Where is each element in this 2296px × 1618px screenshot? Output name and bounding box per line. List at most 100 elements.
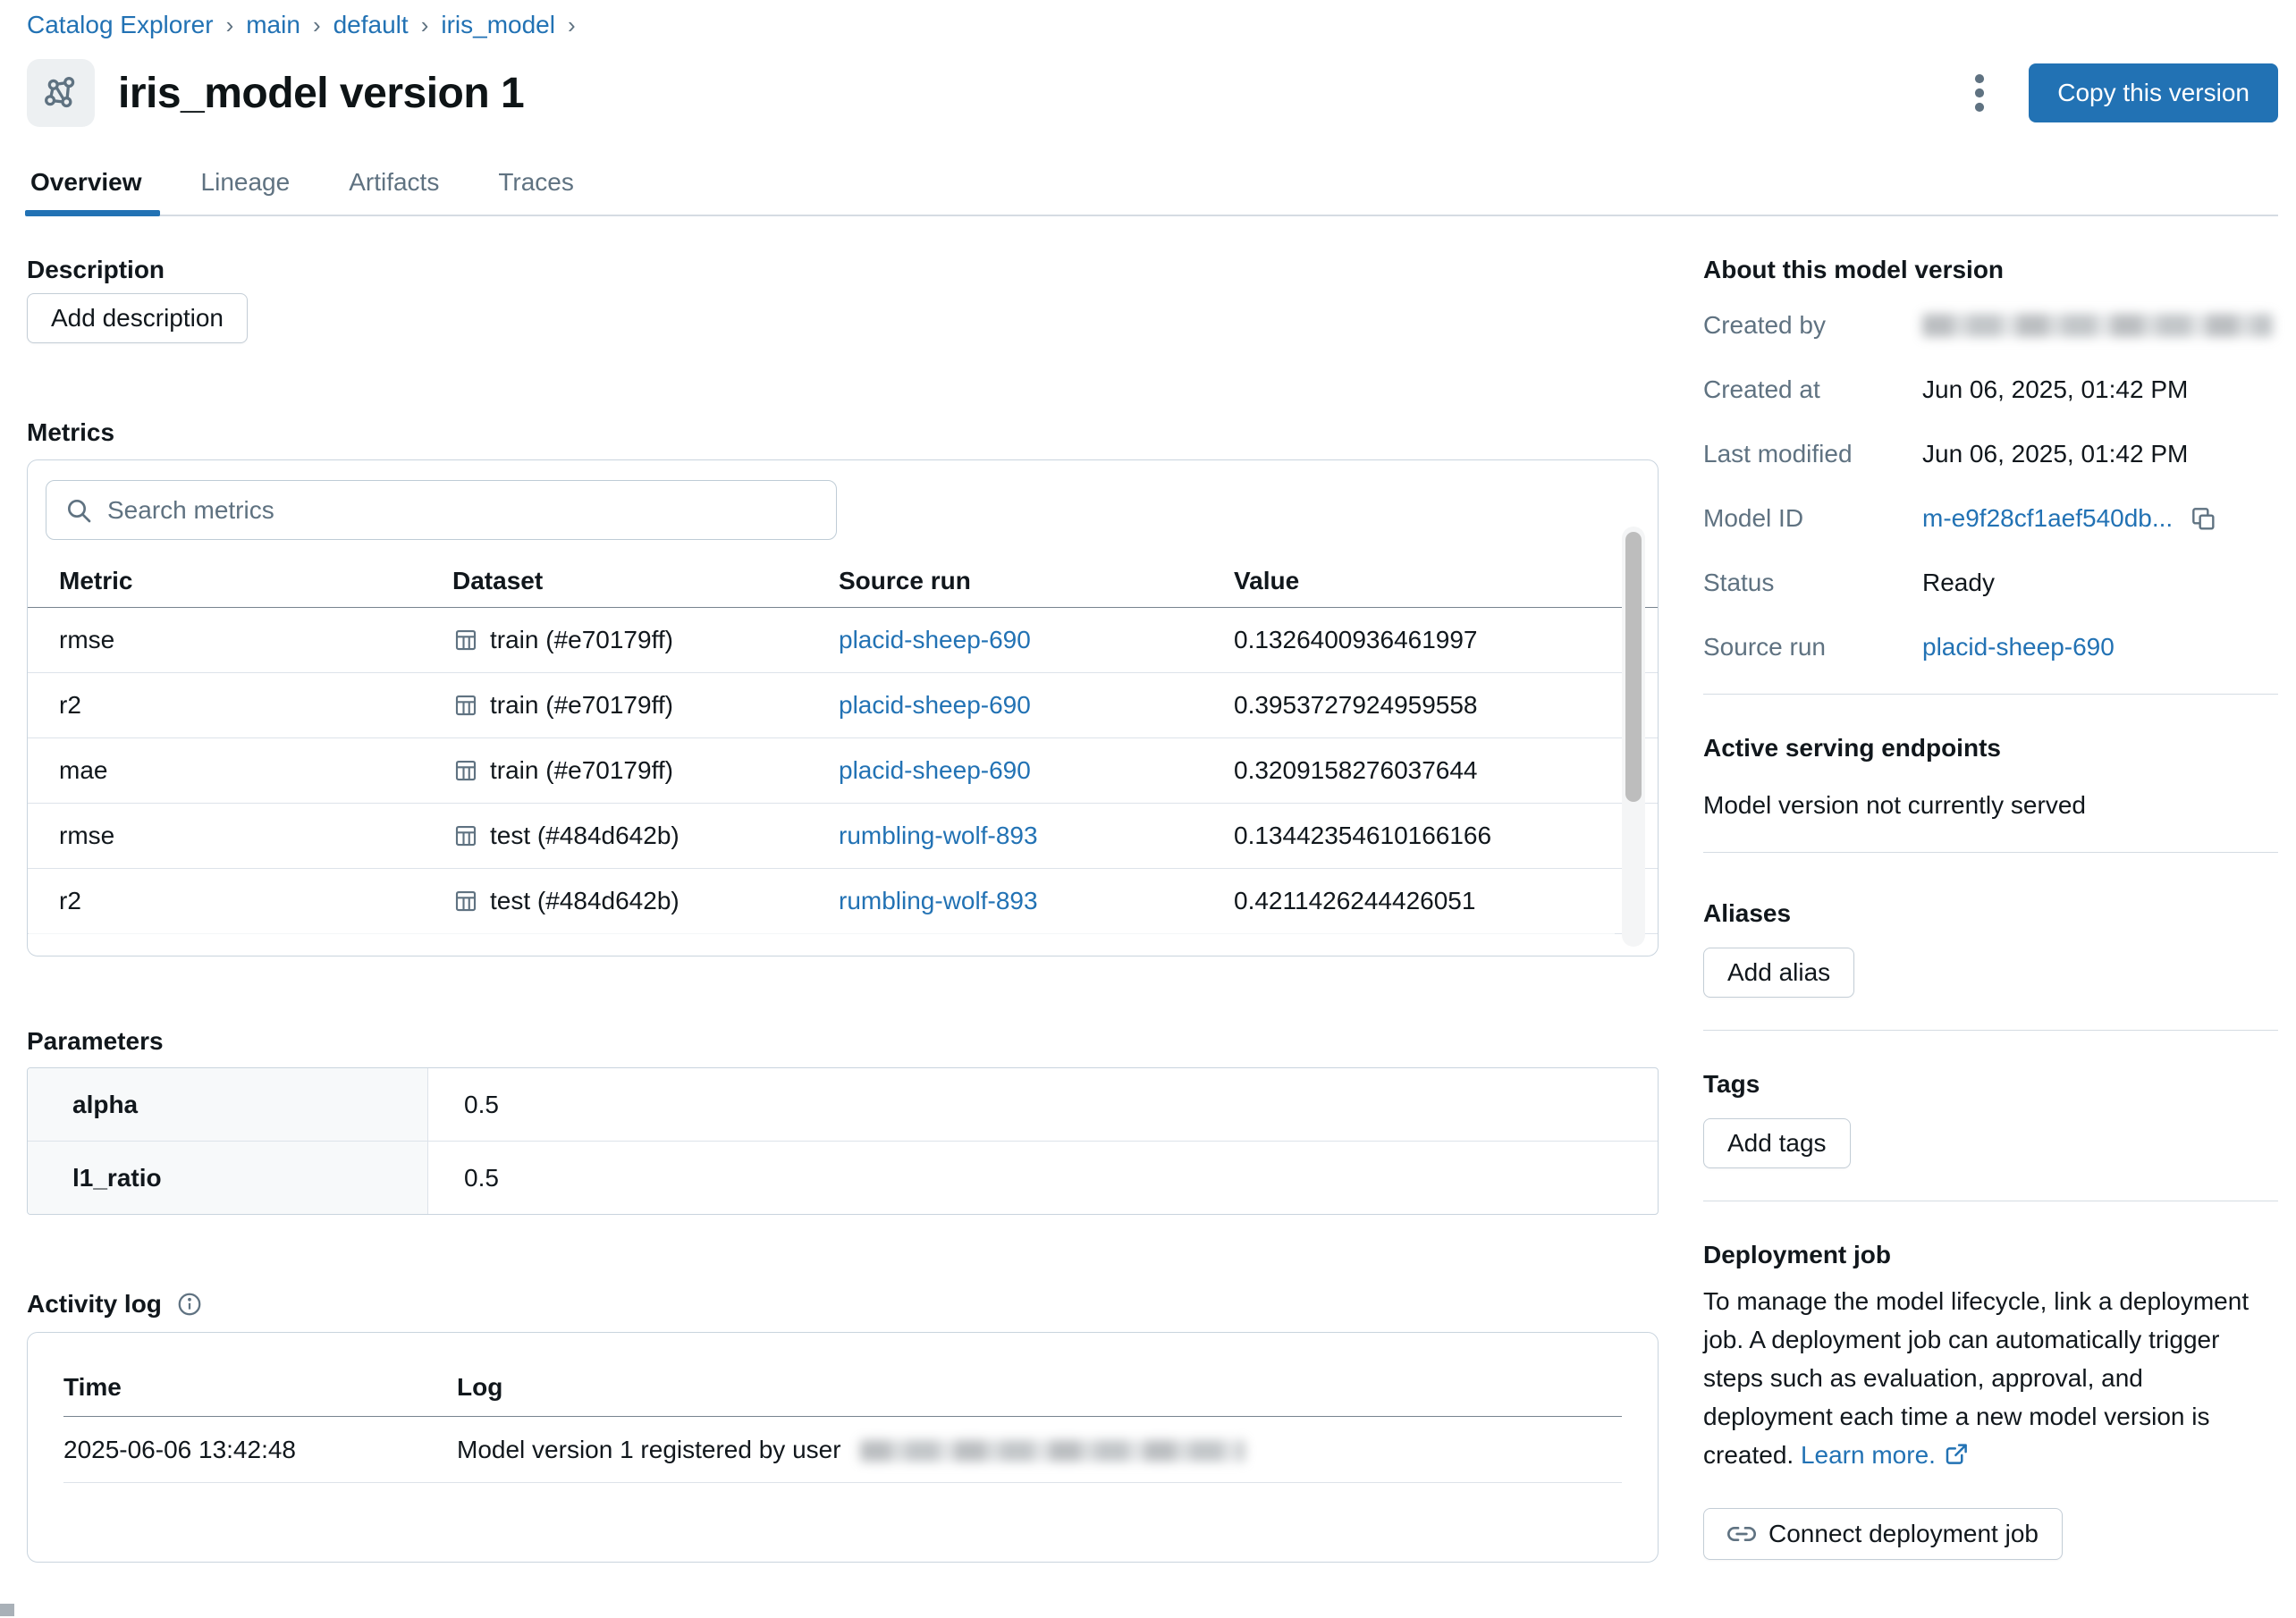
about-heading: About this model version [1703, 256, 2278, 284]
description-heading: Description [27, 256, 1659, 284]
tags-heading: Tags [1703, 1070, 2278, 1099]
dataset-cell: train (#e70179ff) [452, 691, 839, 720]
page-title: iris_model version 1 [118, 69, 524, 118]
dataset-name: train (#e70179ff) [490, 756, 673, 785]
dataset-name: train (#e70179ff) [490, 691, 673, 720]
activity-log-text: Model version 1 registered by user [457, 1436, 1622, 1464]
metrics-col-dataset: Dataset [452, 567, 839, 595]
serving-heading: Active serving endpoints [1703, 734, 2278, 763]
source-run-label: Source run [1703, 633, 1922, 662]
main-column: Description Add description Metrics Metr… [27, 216, 1659, 1563]
activity-col-log: Log [457, 1373, 1622, 1402]
param-name: l1_ratio [28, 1142, 428, 1214]
activity-log-card: Time Log 2025-06-06 13:42:48 Model versi… [27, 1332, 1659, 1563]
info-icon[interactable] [176, 1291, 203, 1318]
add-description-button[interactable]: Add description [27, 293, 248, 343]
table-row: 2025-06-06 13:42:48 Model version 1 regi… [63, 1417, 1622, 1483]
about-row-created-by: Created by [1703, 311, 2278, 340]
dataset-cell: test (#484d642b) [452, 887, 839, 915]
table-row: mae train (#e70179ff) placid-sheep-690 0… [28, 738, 1658, 804]
status-label: Status [1703, 569, 1922, 597]
about-row-source-run: Source run placid-sheep-690 [1703, 633, 2278, 662]
metric-name: r2 [59, 691, 452, 720]
connect-deployment-job-button[interactable]: Connect deployment job [1703, 1508, 2063, 1560]
activity-time: 2025-06-06 13:42:48 [63, 1436, 457, 1464]
copy-icon[interactable] [2189, 504, 2217, 533]
last-modified-value: Jun 06, 2025, 01:42 PM [1922, 440, 2188, 468]
breadcrumb-link-catalog-explorer[interactable]: Catalog Explorer [27, 11, 214, 39]
tab-traces[interactable]: Traces [496, 168, 576, 215]
link-icon [1727, 1520, 1756, 1548]
scroll-corner [0, 1604, 14, 1616]
breadcrumb-separator: › [568, 12, 576, 39]
created-at-value: Jun 06, 2025, 01:42 PM [1922, 375, 2188, 404]
metrics-col-value: Value [1234, 567, 1658, 595]
breadcrumb-separator: › [421, 12, 429, 39]
model-id-link[interactable]: m-e9f28cf1aef540db... [1922, 504, 2173, 533]
activity-log-heading: Activity log [27, 1290, 162, 1319]
breadcrumb-link-iris-model[interactable]: iris_model [441, 11, 555, 39]
model-id-label: Model ID [1703, 504, 1922, 533]
param-value: 0.5 [428, 1142, 1658, 1214]
table-icon [452, 888, 479, 914]
external-link-icon[interactable] [1943, 1440, 1970, 1467]
divider [1703, 1030, 2278, 1031]
activity-col-time: Time [63, 1373, 457, 1402]
table-row: alpha 0.5 [28, 1068, 1658, 1142]
param-name: alpha [28, 1068, 428, 1141]
dataset-name: test (#484d642b) [490, 887, 680, 915]
tab-artifacts[interactable]: Artifacts [347, 168, 441, 215]
metric-value: 0.1326400936461997 [1234, 626, 1658, 654]
about-row-model-id: Model ID m-e9f28cf1aef540db... [1703, 504, 2278, 533]
connect-deployment-job-label: Connect deployment job [1768, 1520, 2039, 1548]
sidebar: About this model version Created by Crea… [1703, 216, 2278, 1560]
add-alias-button[interactable]: Add alias [1703, 948, 1854, 998]
source-run-link[interactable]: placid-sheep-690 [839, 691, 1031, 719]
breadcrumb-separator: › [313, 12, 321, 39]
breadcrumb-link-default[interactable]: default [333, 11, 409, 39]
search-metrics-input[interactable] [107, 496, 818, 525]
serving-status-text: Model version not currently served [1703, 791, 2278, 820]
table-icon [452, 757, 479, 784]
tab-overview[interactable]: Overview [29, 168, 144, 215]
tab-bar: Overview Lineage Artifacts Traces [27, 168, 2278, 216]
table-icon [452, 692, 479, 719]
metrics-scrollbar-thumb[interactable] [1625, 532, 1642, 802]
metric-value: 0.3209158276037644 [1234, 756, 1658, 785]
divider [1703, 852, 2278, 853]
learn-more-link[interactable]: Learn more. [1801, 1441, 1936, 1469]
kebab-menu-button[interactable] [1964, 64, 1995, 122]
breadcrumb-separator: › [226, 12, 234, 39]
copy-version-button[interactable]: Copy this version [2029, 63, 2278, 122]
table-row: r2 test (#484d642b) rumbling-wolf-893 0.… [28, 869, 1658, 934]
model-icon [27, 59, 95, 127]
metrics-search [46, 480, 837, 540]
source-run-link[interactable]: placid-sheep-690 [839, 626, 1031, 653]
source-run-link[interactable]: rumbling-wolf-893 [839, 887, 1038, 914]
metric-name: r2 [59, 887, 452, 915]
source-run-link[interactable]: placid-sheep-690 [839, 756, 1031, 784]
metrics-heading: Metrics [27, 418, 1659, 447]
source-run-link[interactable]: placid-sheep-690 [1922, 633, 2115, 662]
page-header: iris_model version 1 Copy this version [27, 59, 2278, 127]
add-tags-button[interactable]: Add tags [1703, 1118, 1851, 1168]
breadcrumb-link-main[interactable]: main [246, 11, 300, 39]
created-by-label: Created by [1703, 311, 1922, 340]
metrics-col-metric: Metric [59, 567, 452, 595]
metric-value: 0.13442354610166166 [1234, 822, 1658, 850]
dataset-cell: train (#e70179ff) [452, 756, 839, 785]
source-run-link[interactable]: rumbling-wolf-893 [839, 822, 1038, 849]
param-value: 0.5 [428, 1068, 1658, 1141]
aliases-heading: Aliases [1703, 899, 2278, 928]
metrics-col-source-run: Source run [839, 567, 1234, 595]
tab-lineage[interactable]: Lineage [199, 168, 292, 215]
table-row: rmse train (#e70179ff) placid-sheep-690 … [28, 608, 1658, 673]
breadcrumb: Catalog Explorer › main › default › iris… [27, 9, 2278, 39]
activity-log-heading-row: Activity log [27, 1290, 1659, 1319]
metrics-scrollbar-track[interactable] [1622, 527, 1645, 947]
dataset-cell: train (#e70179ff) [452, 626, 839, 654]
activity-log-message: Model version 1 registered by user [457, 1436, 841, 1463]
created-at-label: Created at [1703, 375, 1922, 404]
metrics-table-header: Metric Dataset Source run Value [28, 554, 1658, 608]
activity-table-header: Time Log [63, 1358, 1622, 1417]
